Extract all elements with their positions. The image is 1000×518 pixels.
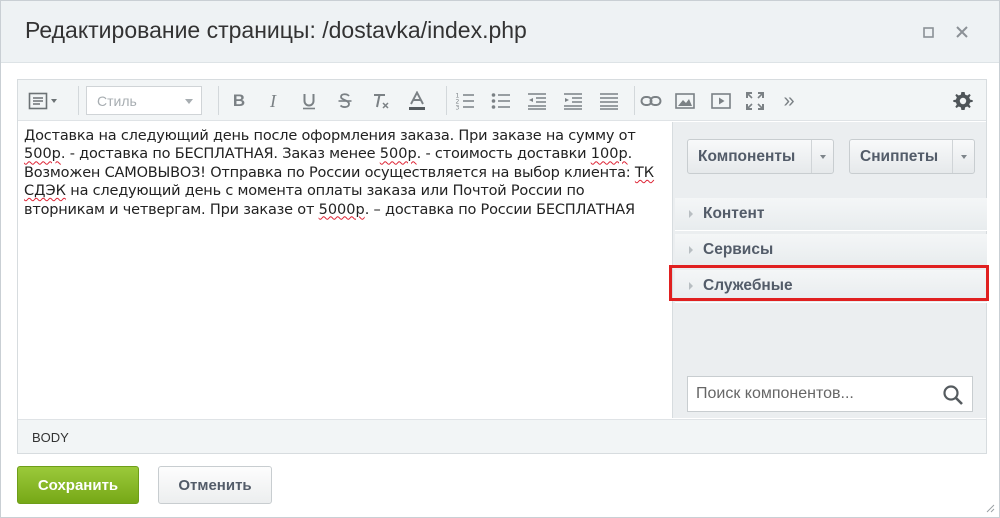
spellcheck-word: 100р <box>590 146 628 163</box>
snippets-button-label: Сниппеты <box>860 147 939 165</box>
close-button[interactable] <box>953 23 971 41</box>
html-editor: Стиль B I 123 » Доставка на следующий де… <box>17 79 987 454</box>
toolbar-divider <box>634 86 635 115</box>
text-color-button[interactable] <box>404 88 430 114</box>
section-label: Сервисы <box>703 241 774 258</box>
remove-format-button[interactable] <box>368 88 394 114</box>
editor-content[interactable]: Доставка на следующий день после оформле… <box>18 122 671 418</box>
status-bar: BODY <box>18 419 986 453</box>
link-icon <box>640 96 662 106</box>
chevron-down-icon <box>185 99 193 104</box>
section-label: Контент <box>703 205 765 222</box>
spellcheck-word: 500р <box>24 146 61 163</box>
spellcheck-word: ТК <box>634 164 655 181</box>
outdent-icon <box>528 93 546 110</box>
indent-button[interactable] <box>560 88 586 114</box>
view-mode-button[interactable] <box>28 88 68 114</box>
editor-toolbar: Стиль B I 123 » <box>18 80 986 121</box>
search-input[interactable] <box>688 377 936 411</box>
content-text: Доставка на следующий день после оформле… <box>24 128 636 144</box>
expand-arrow-icon <box>689 210 693 218</box>
snippets-button[interactable]: Сниппеты <box>849 139 975 174</box>
italic-button[interactable]: I <box>260 88 286 114</box>
indent-icon <box>564 93 582 110</box>
resize-grip-icon[interactable] <box>983 501 995 513</box>
content-text: . - стоимость доставки <box>416 146 591 163</box>
justify-button[interactable] <box>596 88 622 114</box>
style-select-label: Стиль <box>97 93 137 109</box>
section-service[interactable]: Служебные <box>675 270 987 303</box>
clear-format-icon <box>374 94 389 109</box>
cancel-button[interactable]: Отменить <box>158 466 272 504</box>
gear-icon <box>953 92 973 110</box>
spellcheck-word: СДЭК <box>24 183 66 200</box>
toolbar-divider <box>446 86 447 115</box>
document-icon <box>28 92 48 110</box>
components-button[interactable]: Компоненты <box>687 139 834 174</box>
square-icon <box>922 26 934 38</box>
strikethrough-icon <box>338 93 352 108</box>
underline-button[interactable] <box>296 88 322 114</box>
expand-arrow-icon <box>689 246 693 254</box>
ordered-list-button[interactable]: 123 <box>452 88 478 114</box>
justify-icon <box>600 93 618 110</box>
section-label: Служебные <box>703 277 793 294</box>
bold-button[interactable]: B <box>226 88 252 114</box>
chevron-down-icon[interactable] <box>952 140 974 173</box>
fullscreen-icon <box>746 92 764 110</box>
chevron-down-icon[interactable] <box>811 140 833 173</box>
dialog-titlebar[interactable]: Редактирование страницы: /dostavka/index… <box>1 1 999 63</box>
chevron-down-icon <box>51 99 57 103</box>
save-button[interactable]: Сохранить <box>17 466 139 504</box>
dialog-title: Редактирование страницы: /dostavka/index… <box>25 17 527 43</box>
svg-text:3: 3 <box>456 105 460 111</box>
components-panel: Компоненты Сниппеты Контент Сервисы Служ… <box>672 122 987 418</box>
ordered-list-icon: 123 <box>456 93 474 111</box>
video-button[interactable] <box>708 88 734 114</box>
toolbar-divider <box>78 86 79 115</box>
toolbar-divider <box>218 86 219 115</box>
outdent-button[interactable] <box>524 88 550 114</box>
link-button[interactable] <box>638 88 664 114</box>
content-text: . – доставка по России БЕСПЛАТНАЯ <box>364 201 635 218</box>
more-button[interactable]: » <box>776 88 802 114</box>
strikethrough-button[interactable] <box>332 88 358 114</box>
underline-icon <box>303 94 315 110</box>
maximize-button[interactable] <box>919 23 937 41</box>
element-path[interactable]: BODY <box>32 430 69 445</box>
image-button[interactable] <box>672 88 698 114</box>
components-button-label: Компоненты <box>698 147 796 165</box>
expand-arrow-icon <box>689 282 693 290</box>
content-text: . - доставка по БЕСПЛАТНАЯ. Заказ менее <box>60 146 380 163</box>
fullscreen-button[interactable] <box>742 88 768 114</box>
video-icon <box>711 93 731 109</box>
editor-dialog: Редактирование страницы: /dostavka/index… <box>0 0 1000 518</box>
close-icon <box>956 26 968 38</box>
image-icon <box>675 93 695 109</box>
section-content[interactable]: Контент <box>675 198 987 231</box>
text-color-icon <box>409 91 425 110</box>
component-search <box>687 376 973 412</box>
bullet-list-icon <box>491 93 510 109</box>
spellcheck-word: 500р <box>379 146 417 163</box>
search-icon[interactable] <box>942 384 964 406</box>
style-select[interactable]: Стиль <box>86 86 202 115</box>
section-services[interactable]: Сервисы <box>675 234 987 267</box>
spellcheck-word: 5000р <box>318 201 365 218</box>
settings-button[interactable] <box>950 88 976 114</box>
unordered-list-button[interactable] <box>488 88 514 114</box>
